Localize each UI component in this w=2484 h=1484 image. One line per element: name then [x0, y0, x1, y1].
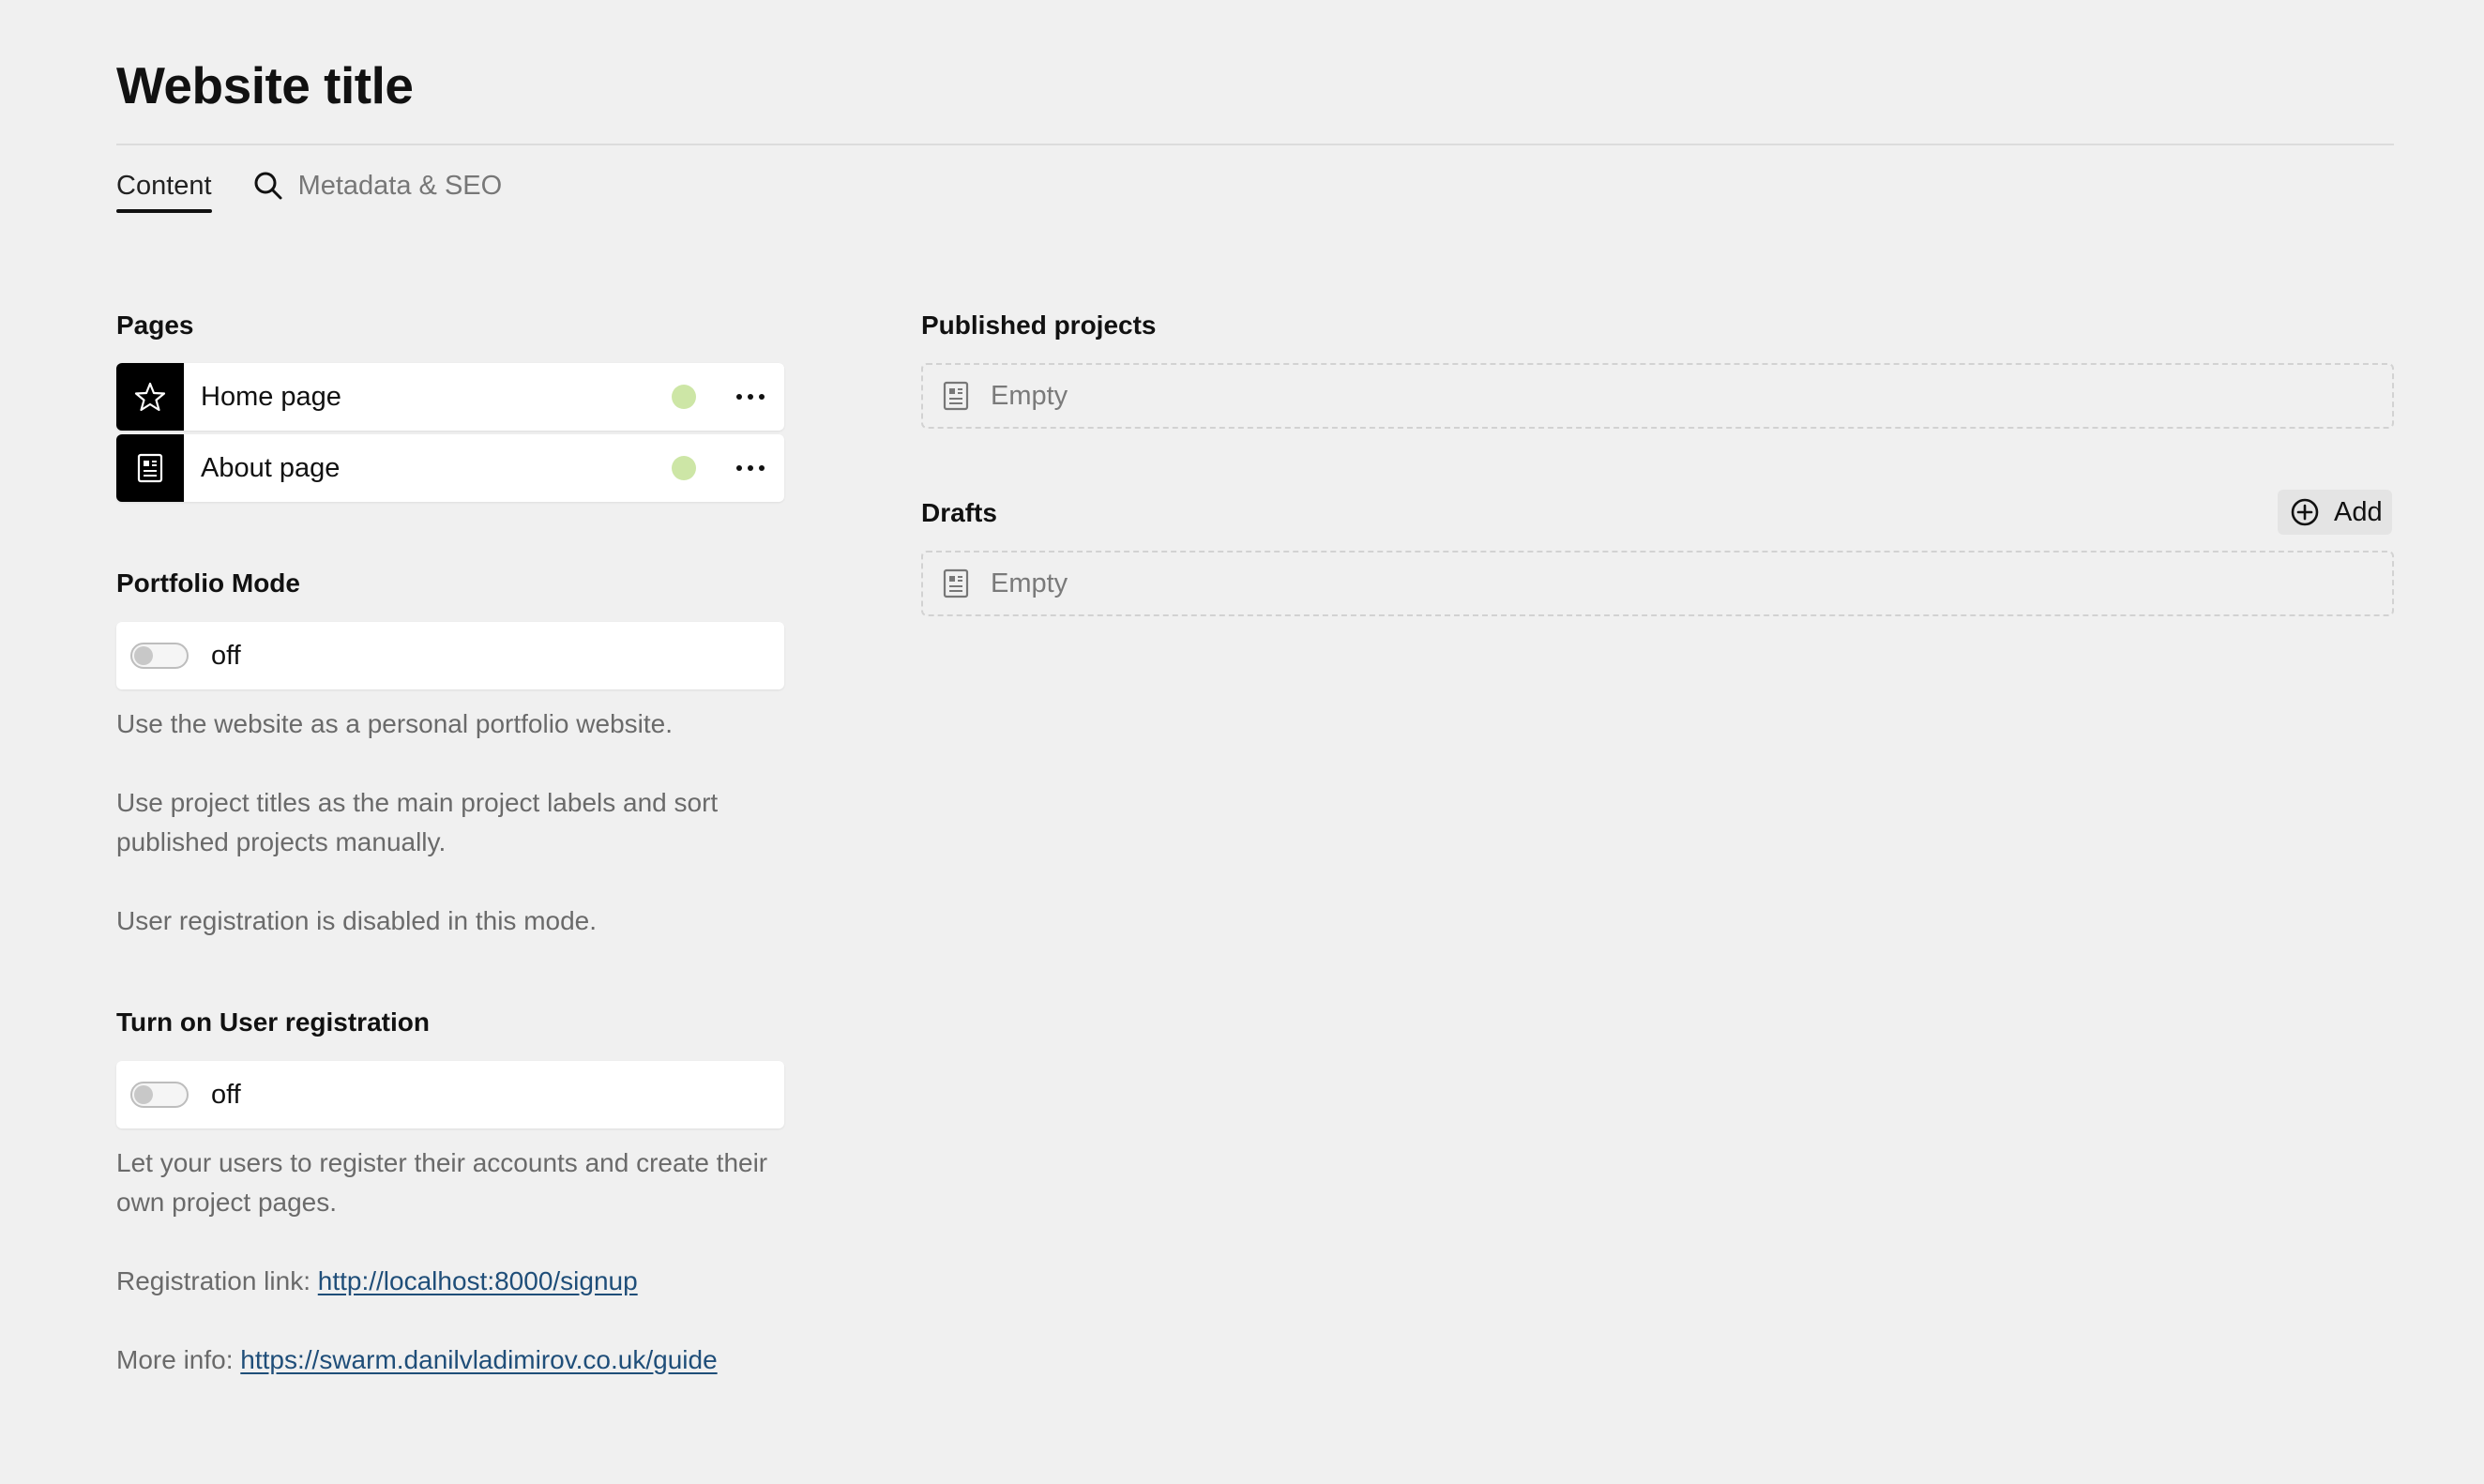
tab-metadata-seo-label: Metadata & SEO [297, 171, 503, 201]
pages-section-label: Pages [116, 310, 194, 340]
page-item-home-label: Home page [201, 381, 341, 412]
page-item-home[interactable]: Home page [116, 363, 784, 431]
portfolio-mode-description-1: Use the website as a personal portfolio … [116, 709, 673, 738]
portfolio-mode-toggle-card: off [116, 622, 784, 689]
add-draft-label: Add [2334, 496, 2383, 527]
toggle-knob [134, 646, 153, 665]
registration-link[interactable]: http://localhost:8000/signup [318, 1266, 638, 1295]
published-projects-empty: Empty [921, 363, 2394, 429]
more-horizontal-icon [736, 394, 765, 400]
tab-content-label: Content [116, 171, 212, 201]
more-info-line: More info: https://swarm.danilvladimirov… [116, 1340, 829, 1380]
drafts-label: Drafts [921, 498, 997, 527]
user-registration-label: Turn on User registration [116, 1007, 430, 1037]
drafts-empty-text: Empty [991, 568, 1068, 598]
toggle-knob [134, 1085, 153, 1104]
registration-link-line: Registration link: http://localhost:8000… [116, 1262, 829, 1301]
plus-circle-icon [2289, 496, 2321, 528]
header-divider [116, 144, 2394, 145]
portfolio-mode-description-2: Use project titles as the main project l… [116, 788, 719, 856]
more-options-button[interactable] [732, 378, 769, 416]
tab-metadata-seo[interactable]: Metadata & SEO [251, 158, 503, 214]
document-icon [942, 381, 972, 411]
page-item-about-label: About page [201, 452, 341, 483]
user-registration-toggle-card: off [116, 1061, 784, 1128]
published-status-dot [672, 456, 696, 480]
published-projects-empty-text: Empty [991, 380, 1068, 411]
more-horizontal-icon [736, 465, 765, 471]
user-registration-description: Let your users to register their account… [116, 1148, 768, 1217]
user-registration-toggle[interactable] [130, 1082, 189, 1108]
more-info-label: More info: [116, 1345, 241, 1374]
published-projects-label: Published projects [921, 310, 1157, 340]
more-options-button[interactable] [732, 449, 769, 487]
tab-bar: Content Metadata & SEO [116, 158, 502, 214]
add-draft-button[interactable]: Add [2278, 490, 2392, 535]
star-icon [116, 363, 184, 431]
published-status-dot [672, 385, 696, 409]
portfolio-mode-toggle[interactable] [130, 643, 189, 669]
page-item-about[interactable]: About page [116, 434, 784, 502]
portfolio-mode-label: Portfolio Mode [116, 568, 300, 598]
registration-link-label: Registration link: [116, 1266, 318, 1295]
page-title: Website title [116, 56, 414, 114]
portfolio-mode-state: off [211, 640, 241, 671]
portfolio-mode-description-3: User registration is disabled in this mo… [116, 906, 598, 935]
tab-content[interactable]: Content [116, 158, 212, 214]
more-info-link[interactable]: https://swarm.danilvladimirov.co.uk/guid… [240, 1345, 717, 1374]
drafts-empty: Empty [921, 551, 2394, 616]
document-icon [116, 434, 184, 502]
search-icon [251, 169, 285, 203]
document-icon [942, 568, 972, 598]
user-registration-state: off [211, 1079, 241, 1110]
